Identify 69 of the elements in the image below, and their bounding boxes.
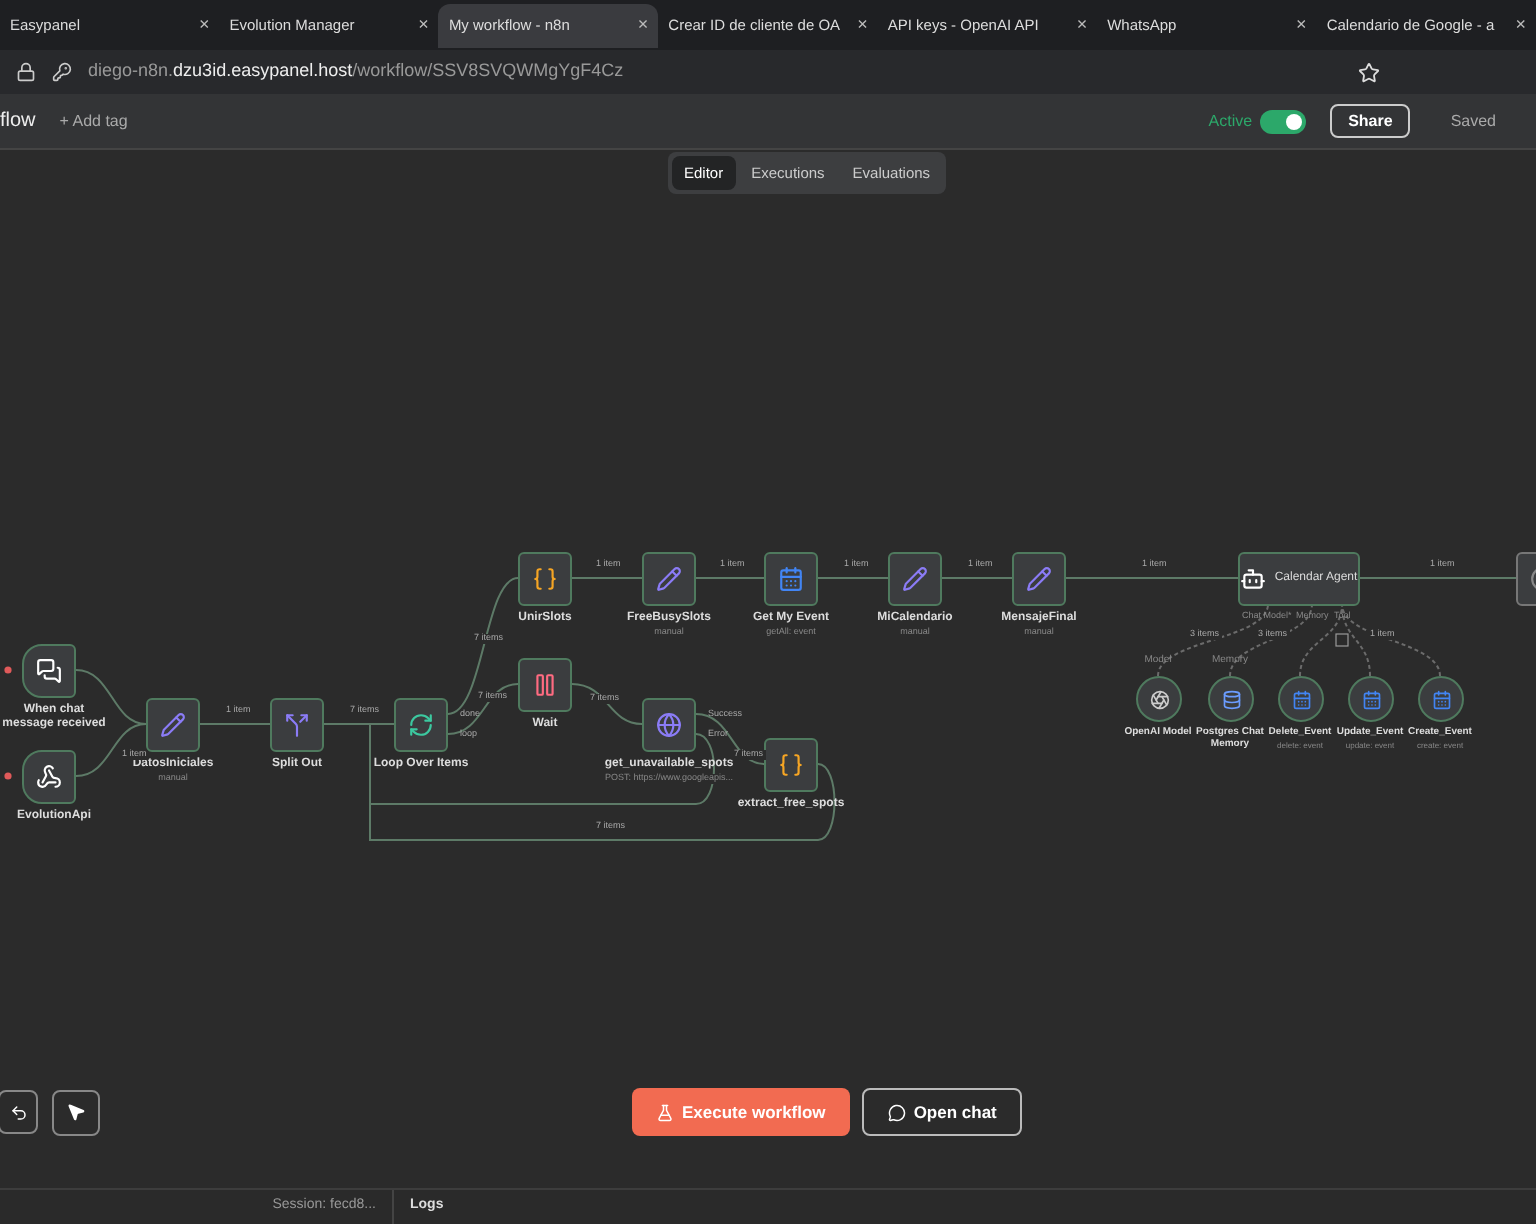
- tool-node[interactable]: [1136, 676, 1182, 722]
- workflow-node[interactable]: [518, 552, 572, 606]
- chat-bubble-icon: [887, 1103, 906, 1121]
- pencil-icon: [902, 566, 928, 592]
- bookmark-star-icon[interactable]: [1358, 61, 1380, 83]
- undo-button[interactable]: [0, 1090, 38, 1134]
- pencil-icon: [160, 712, 186, 738]
- tab-close[interactable]: ×: [1296, 11, 1307, 39]
- calendar-icon: [1291, 689, 1311, 709]
- add-tool-button[interactable]: [1335, 633, 1349, 647]
- active-toggle[interactable]: [1260, 109, 1307, 133]
- trigger-node[interactable]: [22, 750, 76, 804]
- input-handle: [4, 666, 12, 674]
- url-text[interactable]: diego-n8n.dzu3id.easypanel.host/workflow/SSV8SVQWMgYgF4Cz: [88, 58, 1342, 86]
- flask-icon: [656, 1103, 674, 1121]
- workflow-node[interactable]: [1012, 552, 1066, 606]
- workflow-node[interactable]: [518, 658, 572, 712]
- open-chat-button[interactable]: Open chat: [861, 1088, 1023, 1136]
- share-button[interactable]: Share: [1330, 104, 1411, 138]
- tab-close[interactable]: ×: [857, 11, 868, 39]
- saved-status: Saved: [1450, 109, 1496, 133]
- pointer-button[interactable]: [52, 1089, 100, 1135]
- workflow-node[interactable]: [888, 552, 942, 606]
- pause-icon: [532, 672, 558, 698]
- globe-icon: [656, 712, 682, 738]
- key-icon: [52, 62, 72, 82]
- workflow-node[interactable]: [146, 698, 200, 752]
- calendar-icon: [778, 566, 804, 592]
- active-label: Active: [1208, 109, 1253, 133]
- loop-icon: [408, 712, 434, 738]
- webhook-icon: [36, 764, 62, 790]
- workflow-node[interactable]: [270, 698, 324, 752]
- workflow-node[interactable]: [642, 552, 696, 606]
- tab-close[interactable]: ×: [1515, 11, 1527, 39]
- workflow-node[interactable]: [764, 552, 818, 606]
- tool-node[interactable]: [1348, 676, 1394, 722]
- robot-icon: [1240, 566, 1267, 592]
- connection-line: [695, 577, 765, 579]
- tool-node[interactable]: [1208, 676, 1254, 722]
- calendar-icon: [1431, 689, 1451, 709]
- workflow-node[interactable]: [642, 698, 696, 752]
- connection-line: [817, 577, 889, 579]
- pencil-icon: [656, 566, 682, 592]
- tab-close[interactable]: ×: [1076, 11, 1088, 39]
- workflow-title[interactable]: flow: [0, 106, 36, 136]
- tool-node[interactable]: [1418, 676, 1464, 722]
- input-handle: [4, 772, 12, 780]
- calendar-icon: [1361, 689, 1381, 709]
- tool-node[interactable]: [1278, 676, 1324, 722]
- tab-close[interactable]: ×: [198, 11, 210, 39]
- add-tag-link[interactable]: + Add tag: [59, 109, 128, 133]
- undo-icon: [9, 1103, 27, 1121]
- split-icon: [284, 712, 310, 738]
- connection-line: [571, 577, 643, 579]
- braces-icon: [532, 566, 558, 592]
- aperture-icon: [1149, 689, 1169, 709]
- braces-icon: [778, 752, 804, 778]
- workflow-node[interactable]: [394, 698, 448, 752]
- connection-line: [941, 577, 1013, 579]
- pointer-icon: [66, 1102, 86, 1122]
- lock-icon: [16, 62, 36, 82]
- chat-icon: [36, 658, 62, 684]
- workflow-node[interactable]: [764, 738, 818, 792]
- tab-close[interactable]: ×: [418, 11, 429, 39]
- tab-close[interactable]: ×: [637, 11, 649, 39]
- database-icon: [1221, 689, 1241, 709]
- connection-line: [199, 723, 271, 725]
- trigger-node[interactable]: [22, 644, 76, 698]
- pencil-icon: [1026, 566, 1052, 592]
